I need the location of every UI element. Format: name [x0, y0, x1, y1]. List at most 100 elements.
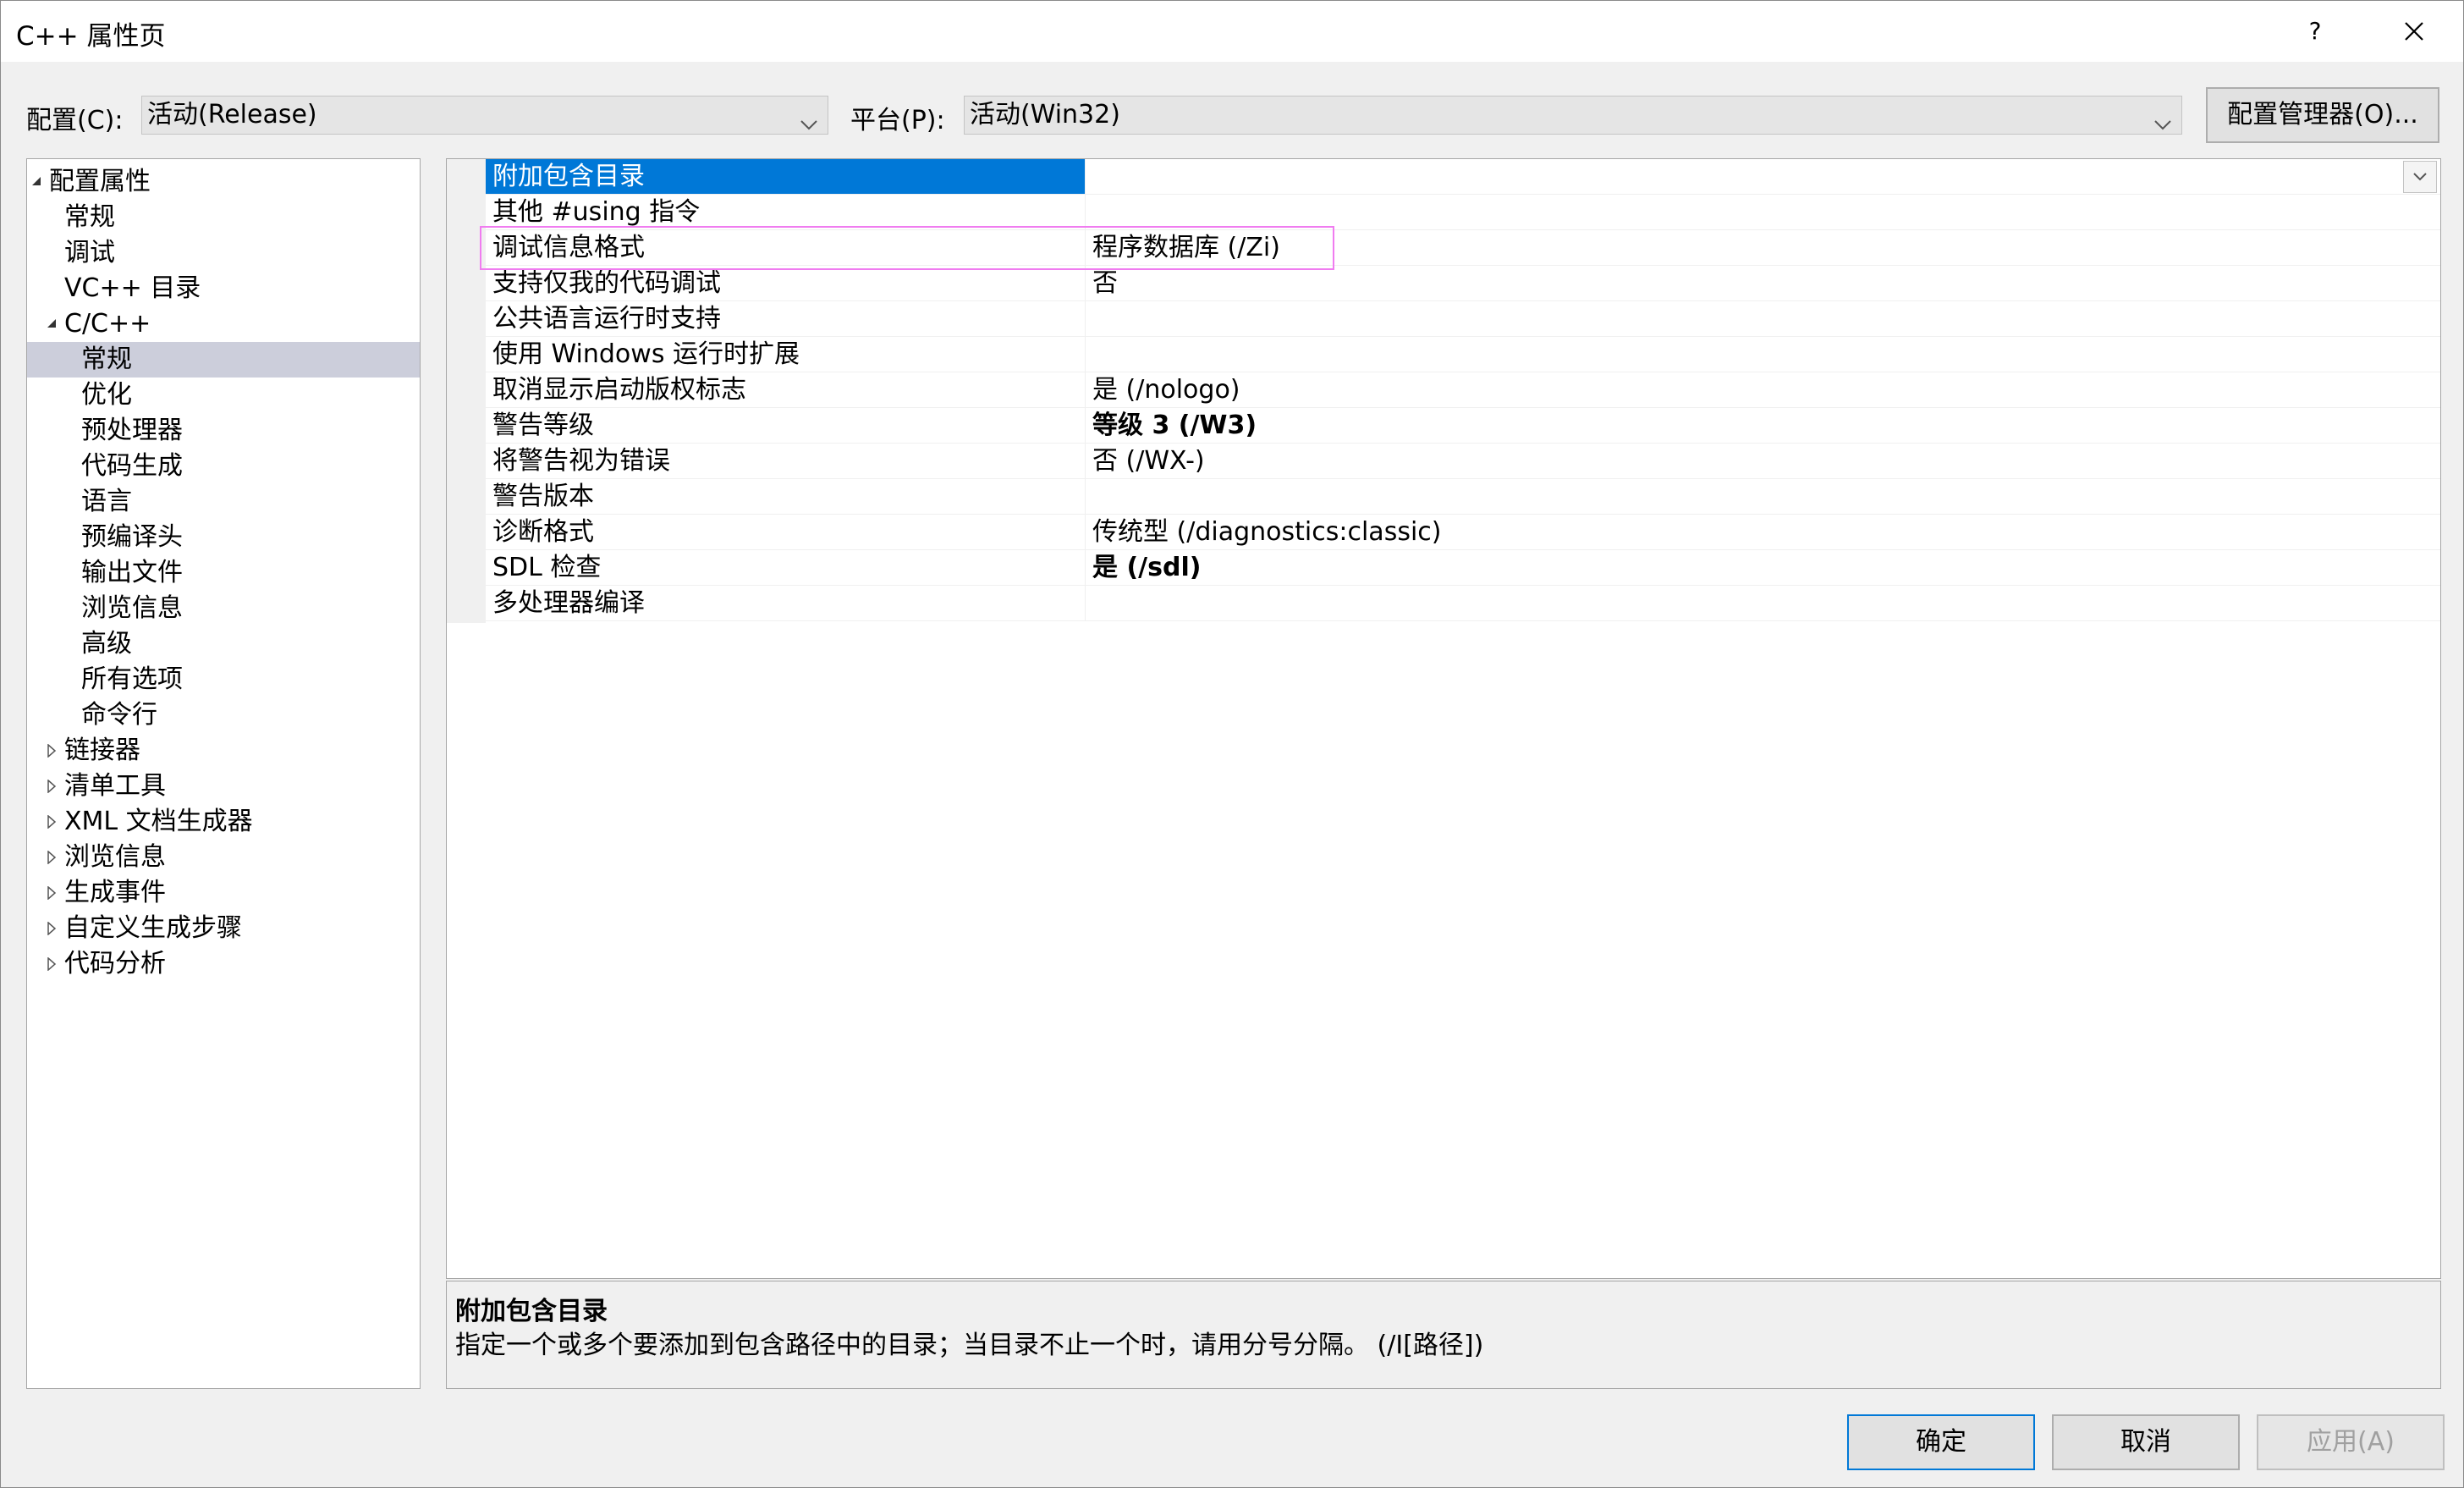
tree-item-label: C/C++ — [64, 309, 151, 339]
tree-item[interactable]: XML 文档生成器 — [27, 804, 420, 840]
help-button[interactable]: ? — [2298, 11, 2332, 52]
tree-item-label: 生成事件 — [64, 878, 166, 907]
chevron-down-icon — [799, 107, 819, 130]
tree-item-label: 常规 — [64, 202, 115, 232]
property-dropdown-button[interactable] — [2403, 161, 2437, 193]
ok-button[interactable]: 确定 — [1847, 1414, 2035, 1470]
property-row[interactable]: 多处理器编译 — [486, 586, 2440, 621]
collapsed-triangle-icon[interactable] — [44, 769, 63, 804]
property-name: 将警告视为错误 — [492, 446, 670, 476]
collapsed-triangle-icon[interactable] — [44, 804, 63, 840]
platform-combobox[interactable]: 活动(Win32) — [964, 96, 2182, 135]
property-value[interactable] — [1085, 479, 2440, 514]
property-value[interactable] — [1085, 195, 2440, 229]
property-value[interactable] — [1085, 337, 2440, 372]
property-value[interactable] — [1085, 586, 2440, 620]
platform-combobox-value: 活动(Win32) — [970, 100, 1120, 130]
tree-item[interactable]: 语言 — [27, 484, 420, 520]
tree-item-label: 命令行 — [81, 700, 157, 730]
tree-item[interactable]: 自定义生成步骤 — [27, 911, 420, 946]
config-combobox-value: 活动(Release) — [147, 100, 317, 130]
tree-item[interactable]: C/C++ — [27, 306, 420, 342]
collapsed-triangle-icon[interactable] — [44, 911, 63, 946]
title-bar: C++ 属性页 ? — [1, 1, 2463, 62]
property-name: 诊断格式 — [492, 517, 594, 547]
tree-item[interactable]: 代码分析 — [27, 946, 420, 982]
tree-item[interactable]: 配置属性 — [27, 164, 420, 200]
expanded-triangle-icon[interactable] — [44, 306, 63, 342]
property-value[interactable]: 否 (/WX-) — [1085, 444, 2440, 478]
tree-item[interactable]: 浏览信息 — [27, 840, 420, 875]
close-icon[interactable] — [2390, 9, 2438, 53]
property-row[interactable]: 诊断格式 传统型 (/diagnostics:classic) — [486, 515, 2440, 550]
tree-item[interactable]: 代码生成 — [27, 449, 420, 484]
chevron-down-icon — [2413, 173, 2427, 181]
property-value[interactable] — [1085, 159, 2440, 194]
property-row[interactable]: 支持仅我的代码调试 否 — [486, 266, 2440, 301]
platform-label: 平台(P): — [850, 106, 945, 135]
property-row[interactable]: 其他 #using 指令 — [486, 195, 2440, 230]
cancel-button[interactable]: 取消 — [2052, 1414, 2240, 1470]
configuration-manager-button[interactable]: 配置管理器(O)... — [2206, 87, 2439, 143]
annotation-highlight-box — [480, 226, 1334, 270]
tree-item-label: 所有选项 — [81, 664, 183, 694]
tree-item[interactable]: 调试 — [27, 235, 420, 271]
config-combobox[interactable]: 活动(Release) — [141, 96, 828, 135]
property-name: 公共语言运行时支持 — [492, 304, 721, 333]
property-value[interactable]: 等级 3 (/W3) — [1085, 408, 2440, 443]
property-row[interactable]: 使用 Windows 运行时扩展 — [486, 337, 2440, 372]
collapsed-triangle-icon[interactable] — [44, 840, 63, 875]
tree-item[interactable]: 输出文件 — [27, 555, 420, 591]
tree-item[interactable]: 命令行 — [27, 697, 420, 733]
property-row[interactable]: 公共语言运行时支持 — [486, 301, 2440, 337]
property-row[interactable]: 附加包含目录 — [486, 159, 2440, 195]
tree-item[interactable]: 预编译头 — [27, 520, 420, 555]
tree-item[interactable]: 预处理器 — [27, 413, 420, 449]
apply-button[interactable]: 应用(A) — [2257, 1414, 2445, 1470]
collapsed-triangle-icon[interactable] — [44, 946, 63, 982]
tree-item[interactable]: 常规 — [27, 200, 420, 235]
tree-item-label: XML 文档生成器 — [64, 807, 253, 836]
tree-item[interactable]: 生成事件 — [27, 875, 420, 911]
tree-item-label: 预编译头 — [81, 522, 183, 552]
property-name: 取消显示启动版权标志 — [492, 375, 746, 405]
tree-item-label: 配置属性 — [49, 167, 151, 196]
window-title: C++ 属性页 — [16, 21, 166, 52]
expanded-triangle-icon[interactable] — [29, 164, 47, 200]
property-row[interactable]: SDL 检查 是 (/sdl) — [486, 550, 2440, 586]
tree-item-label: 链接器 — [64, 736, 140, 765]
tree-item-label: 高级 — [81, 629, 132, 659]
property-tree: 配置属性 常规 调试 VC++ 目录 C/C++ 常规 优化 预处理器 代码生成 语言 预编译头 输出… — [26, 158, 421, 1389]
collapsed-triangle-icon[interactable] — [44, 875, 63, 911]
tree-item-label: 语言 — [81, 487, 132, 516]
tree-item[interactable]: 优化 — [27, 378, 420, 413]
property-grid: 附加包含目录 其他 #using 指令 调试信息格式 程序数据库 (/Zi) 支持仅我的… — [446, 158, 2441, 1279]
tree-item-label: 浏览信息 — [64, 842, 166, 872]
tree-item[interactable]: 清单工具 — [27, 769, 420, 804]
property-value[interactable]: 是 (/nologo) — [1085, 372, 2440, 407]
property-value[interactable]: 否 — [1085, 266, 2440, 300]
property-name: 其他 #using 指令 — [492, 197, 701, 227]
tree-item[interactable]: 常规 — [27, 342, 420, 378]
property-value[interactable]: 是 (/sdl) — [1085, 550, 2440, 585]
property-name: SDL 检查 — [492, 553, 602, 582]
tree-item[interactable]: 浏览信息 — [27, 591, 420, 626]
tree-item-label: 浏览信息 — [81, 593, 183, 623]
tree-item-label: 优化 — [81, 380, 132, 410]
property-value[interactable] — [1085, 301, 2440, 336]
tree-item-label: 代码生成 — [81, 451, 183, 481]
tree-item[interactable]: 链接器 — [27, 733, 420, 769]
tree-item[interactable]: VC++ 目录 — [27, 271, 420, 306]
property-row[interactable]: 警告版本 — [486, 479, 2440, 515]
property-row[interactable]: 取消显示启动版权标志 是 (/nologo) — [486, 372, 2440, 408]
property-row[interactable]: 警告等级 等级 3 (/W3) — [486, 408, 2440, 444]
tree-item[interactable]: 高级 — [27, 626, 420, 662]
property-name: 警告版本 — [492, 482, 594, 511]
tree-item[interactable]: 所有选项 — [27, 662, 420, 697]
tree-item-label: 代码分析 — [64, 949, 166, 978]
property-value[interactable]: 传统型 (/diagnostics:classic) — [1085, 515, 2440, 549]
tree-item-label: 自定义生成步骤 — [64, 913, 242, 943]
property-row[interactable]: 将警告视为错误 否 (/WX-) — [486, 444, 2440, 479]
collapsed-triangle-icon[interactable] — [44, 733, 63, 769]
property-pages-dialog: C++ 属性页 ? 配置(C): 活动(Release) 平台(P): 活动(W… — [0, 0, 2464, 1488]
